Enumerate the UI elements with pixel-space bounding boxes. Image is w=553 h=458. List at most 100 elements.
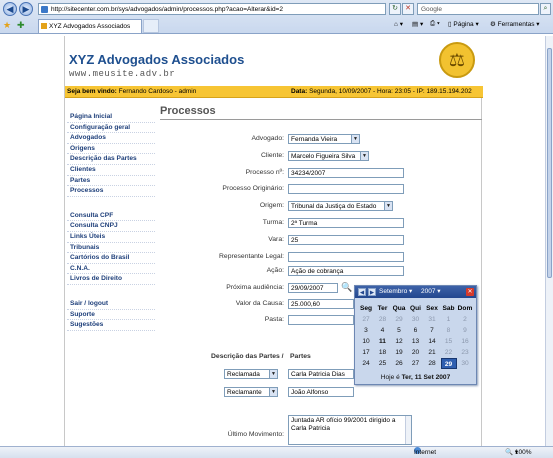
favorites-star-icon[interactable]: ★ <box>3 20 11 31</box>
vertical-scrollbar[interactable] <box>545 36 553 446</box>
calendar-day[interactable]: 31 <box>424 314 440 325</box>
prev-month-icon[interactable]: ◀ <box>358 288 366 296</box>
calendar-lookup-icon[interactable]: 🔍 <box>341 282 352 293</box>
calendar-day[interactable]: 13 <box>408 336 424 347</box>
calendar-day[interactable]: 5 <box>391 325 407 336</box>
zoom-control[interactable]: 🔍 100% ▾ <box>505 447 532 458</box>
calendar-day[interactable]: 18 <box>375 347 391 358</box>
sidebar-item-links[interactable]: Links Úteis <box>67 232 155 243</box>
page-menu[interactable]: ▯ Página ▾ <box>448 20 479 28</box>
calendar-day[interactable]: 28 <box>424 358 440 369</box>
refresh-icon[interactable]: ↻ <box>389 3 401 15</box>
turma-input[interactable]: 2ª Turma <box>288 218 404 228</box>
calendar-day[interactable]: 25 <box>375 358 391 369</box>
calendar-day[interactable]: 6 <box>408 325 424 336</box>
calendar-month[interactable]: Setembro ▾ <box>379 286 412 298</box>
vara-input[interactable]: 25 <box>288 235 404 245</box>
calendar-day[interactable]: 30 <box>457 358 473 369</box>
textarea-scrollbar[interactable] <box>405 416 411 444</box>
calendar-day[interactable]: 2 <box>457 314 473 325</box>
processo-input[interactable]: 34234/2007 <box>288 168 404 178</box>
parte-tipo-select[interactable]: Reclamada ▼ <box>224 369 278 379</box>
calendar-day[interactable]: 24 <box>358 358 374 369</box>
next-month-icon[interactable]: ▶ <box>368 288 376 296</box>
calendar-day[interactable]: 16 <box>457 336 473 347</box>
new-tab-button[interactable] <box>143 19 159 33</box>
calendar-day[interactable]: 11 <box>375 336 391 347</box>
print-icon[interactable]: ⎙ ▾ <box>430 20 440 28</box>
calendar-day[interactable]: 29 <box>391 314 407 325</box>
parte-nome-input[interactable]: Carla Patricia Dias <box>288 369 354 379</box>
sidebar-item-consulta-cnpj[interactable]: Consulta CNPJ <box>67 221 155 232</box>
sidebar-item-descricao-partes[interactable]: Descrição das Partes <box>67 154 155 165</box>
search-icon[interactable]: ⌕ <box>540 3 551 15</box>
forward-icon[interactable]: ▶ <box>19 2 33 16</box>
pasta-input[interactable] <box>288 315 354 325</box>
home-icon[interactable]: ⌂ ▾ <box>394 20 403 28</box>
parte-tipo-select[interactable]: Reclamante ▼ <box>224 387 278 397</box>
calendar-weekday: Qui <box>410 305 421 312</box>
calendar-day[interactable]: 14 <box>424 336 440 347</box>
calendar-day[interactable]: 30 <box>408 314 424 325</box>
sidebar-item-consulta-cpf[interactable]: Consulta CPF <box>67 211 155 222</box>
add-favorite-icon[interactable]: ✚ <box>17 20 25 31</box>
calendar-day[interactable]: 23 <box>457 347 473 358</box>
tools-menu[interactable]: ⚙ Ferramentas ▾ <box>490 20 540 28</box>
search-input[interactable]: Google <box>417 3 539 15</box>
calendar-day[interactable]: 10 <box>358 336 374 347</box>
close-icon[interactable]: ✕ <box>466 288 474 296</box>
acao-input[interactable]: Ação de cobrança <box>288 266 404 276</box>
sidebar-item-processos[interactable]: Processos <box>67 186 155 197</box>
calendar-day[interactable]: 28 <box>375 314 391 325</box>
calendar-day[interactable]: 17 <box>358 347 374 358</box>
sidebar-item-configuracao[interactable]: Configuração geral <box>67 123 155 134</box>
valor-causa-input[interactable]: 25.000,60 <box>288 299 354 309</box>
calendar-day[interactable]: 3 <box>358 325 374 336</box>
address-bar[interactable]: http://sitecenter.com.br/sys/advogados/a… <box>38 3 386 15</box>
sidebar-item-pagina-inicial[interactable]: Página Inicial <box>67 112 155 123</box>
origem-select[interactable]: Tribunal da Justiça do Estado ▼ <box>288 201 393 211</box>
feeds-icon[interactable]: ▤ ▾ <box>412 20 423 28</box>
row-processo-originario: Processo Originário: <box>160 184 482 195</box>
stop-icon[interactable]: ✕ <box>402 3 414 15</box>
sidebar-item-cartorios[interactable]: Cartórios do Brasil <box>67 253 155 264</box>
back-icon[interactable]: ◀ <box>3 2 17 16</box>
parte-nome-input[interactable]: João Alfonso <box>288 387 354 397</box>
calendar-footer[interactable]: Hoje é Ter, 11 Set 2007 <box>355 374 476 381</box>
calendar-year[interactable]: 2007 ▾ <box>421 286 441 298</box>
proxima-audiencia-input[interactable]: 29/09/2007 <box>288 283 338 293</box>
calendar-day[interactable]: 7 <box>424 325 440 336</box>
calendar-day[interactable]: 26 <box>391 358 407 369</box>
calendar-day[interactable]: 20 <box>408 347 424 358</box>
processo-originario-input[interactable] <box>288 184 404 194</box>
calendar-day[interactable]: 27 <box>358 314 374 325</box>
sidebar-item-suporte[interactable]: Suporte <box>67 310 155 321</box>
sidebar-item-advogados[interactable]: Advogados <box>67 133 155 144</box>
sidebar-item-partes[interactable]: Partes <box>67 176 155 187</box>
calendar-day[interactable]: 27 <box>408 358 424 369</box>
sidebar-item-sugestoes[interactable]: Sugestões <box>67 320 155 331</box>
sidebar-item-origens[interactable]: Origens <box>67 144 155 155</box>
calendar-day[interactable]: 8 <box>441 325 457 336</box>
representante-input[interactable] <box>288 252 404 262</box>
calendar-day[interactable]: 1 <box>441 314 457 325</box>
sidebar-item-logout[interactable]: Sair / logout <box>67 299 155 310</box>
sidebar-item-tribunais[interactable]: Tribunais <box>67 243 155 254</box>
calendar-day[interactable]: 12 <box>391 336 407 347</box>
sidebar-item-clientes[interactable]: Clientes <box>67 165 155 176</box>
calendar-day[interactable]: 9 <box>457 325 473 336</box>
sidebar-item-livros[interactable]: Livros de Direito <box>67 274 155 285</box>
advogado-select[interactable]: Fernanda Vieira ▼ <box>288 134 360 144</box>
calendar-day[interactable]: 22 <box>441 347 457 358</box>
ultimo-movimento-textarea[interactable]: Juntada AR ofício 99/2001 dirigido a Car… <box>288 415 412 445</box>
calendar-day[interactable]: 29 <box>440 358 457 369</box>
cliente-select[interactable]: Marcelo Figueira Silva ▼ <box>288 151 369 161</box>
tab-current[interactable]: XYZ Advogados Associados <box>38 19 142 33</box>
scrollbar-thumb[interactable] <box>547 48 552 278</box>
calendar-day[interactable]: 21 <box>424 347 440 358</box>
calendar-day[interactable]: 4 <box>375 325 391 336</box>
calendar-day[interactable]: 19 <box>391 347 407 358</box>
origem-value: Tribunal da Justiça do Estado <box>291 203 377 210</box>
calendar-day[interactable]: 15 <box>441 336 457 347</box>
sidebar-item-cna[interactable]: C.N.A. <box>67 264 155 275</box>
